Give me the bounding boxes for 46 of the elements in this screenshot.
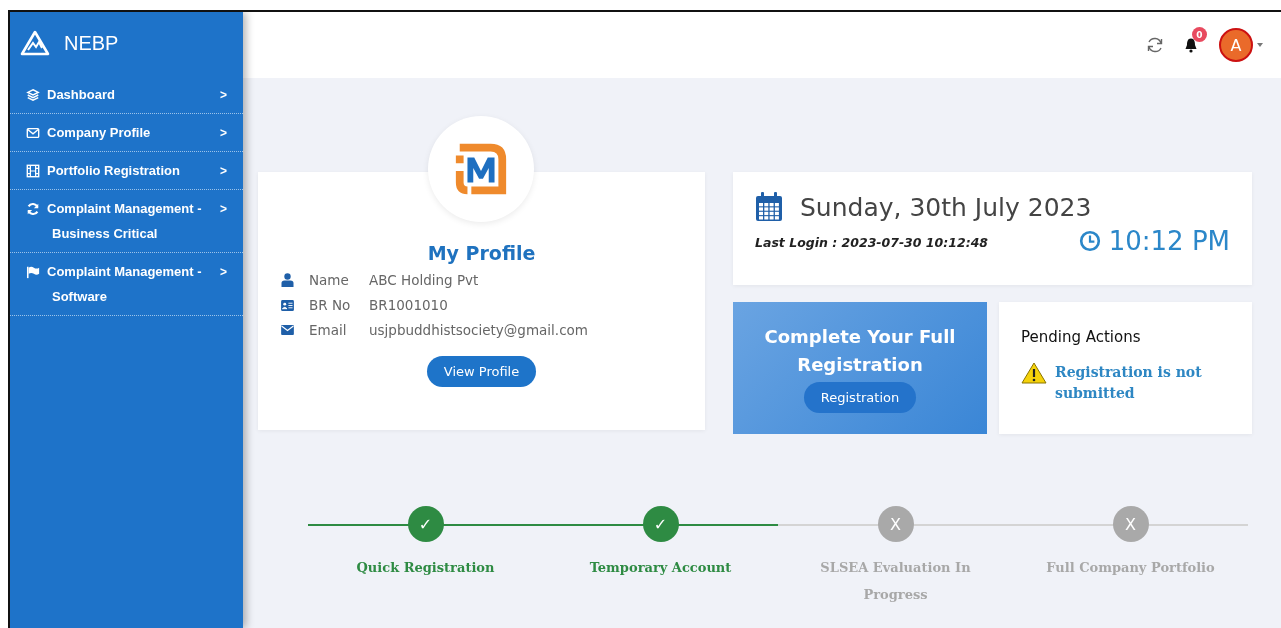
- film-icon: [26, 163, 40, 178]
- chevron-icon: >: [220, 163, 227, 178]
- brand-name: NEBP: [64, 31, 119, 55]
- step-status-indicator: ✓: [642, 506, 679, 542]
- user-avatar[interactable]: A: [1219, 28, 1253, 62]
- chevron-icon: >: [220, 264, 227, 279]
- step-status-indicator: X: [1112, 506, 1149, 542]
- bell-icon[interactable]: [1183, 37, 1199, 53]
- step-status-indicator: ✓: [407, 506, 444, 542]
- flag-icon: [26, 264, 40, 279]
- field-value: ABC Holding Pvt: [369, 272, 479, 288]
- pending-action-text: Registration is not submitted: [1055, 363, 1203, 403]
- layers-icon: [26, 87, 40, 102]
- field-label: Name: [309, 272, 350, 288]
- user-icon: [280, 273, 295, 287]
- chevron-icon: >: [220, 125, 227, 140]
- field-label: Email: [309, 322, 348, 338]
- chevron-icon: >: [220, 87, 227, 102]
- step-label: Quick Registration: [355, 559, 496, 577]
- date-text: Sunday, 30th July 2023: [800, 192, 1092, 222]
- profile-title: My Profile: [427, 242, 536, 264]
- mountain-logo-icon: [20, 30, 50, 56]
- chevron-icon: >: [220, 201, 227, 216]
- view-profile-button[interactable]: View Profile: [426, 356, 537, 387]
- warning-icon: [1021, 362, 1047, 384]
- last-login-text: Last Login : 2023-07-30 10:12:48: [755, 235, 989, 252]
- calendar-icon: [755, 192, 783, 222]
- step-status-indicator: X: [877, 506, 914, 542]
- step-label: Full Company Portfolio: [1045, 559, 1216, 577]
- step-label: Temporary Account: [588, 559, 733, 577]
- field-value: usjpbuddhistsociety@gmail.com: [369, 322, 588, 338]
- field-value: BR1001010: [369, 297, 448, 313]
- notification-badge: 0: [1192, 27, 1207, 42]
- id-card-icon: [280, 299, 295, 311]
- caret-icon[interactable]: [1257, 43, 1263, 47]
- sync-icon: [26, 201, 40, 216]
- step-label: SLSEA Evaluation In Progress: [819, 559, 972, 605]
- refresh-icon[interactable]: [1145, 35, 1165, 55]
- field-label: BR No: [309, 297, 352, 313]
- registration-heading: Complete Your Full Registration: [763, 324, 957, 377]
- envelope-icon: [26, 125, 40, 140]
- envelope-icon: [280, 325, 295, 335]
- clock-icon: [1078, 230, 1101, 252]
- registration-button[interactable]: Registration: [803, 382, 917, 414]
- time-text: 10:12 PM: [1108, 226, 1230, 256]
- pending-actions-title: Pending Actions: [1021, 328, 1142, 346]
